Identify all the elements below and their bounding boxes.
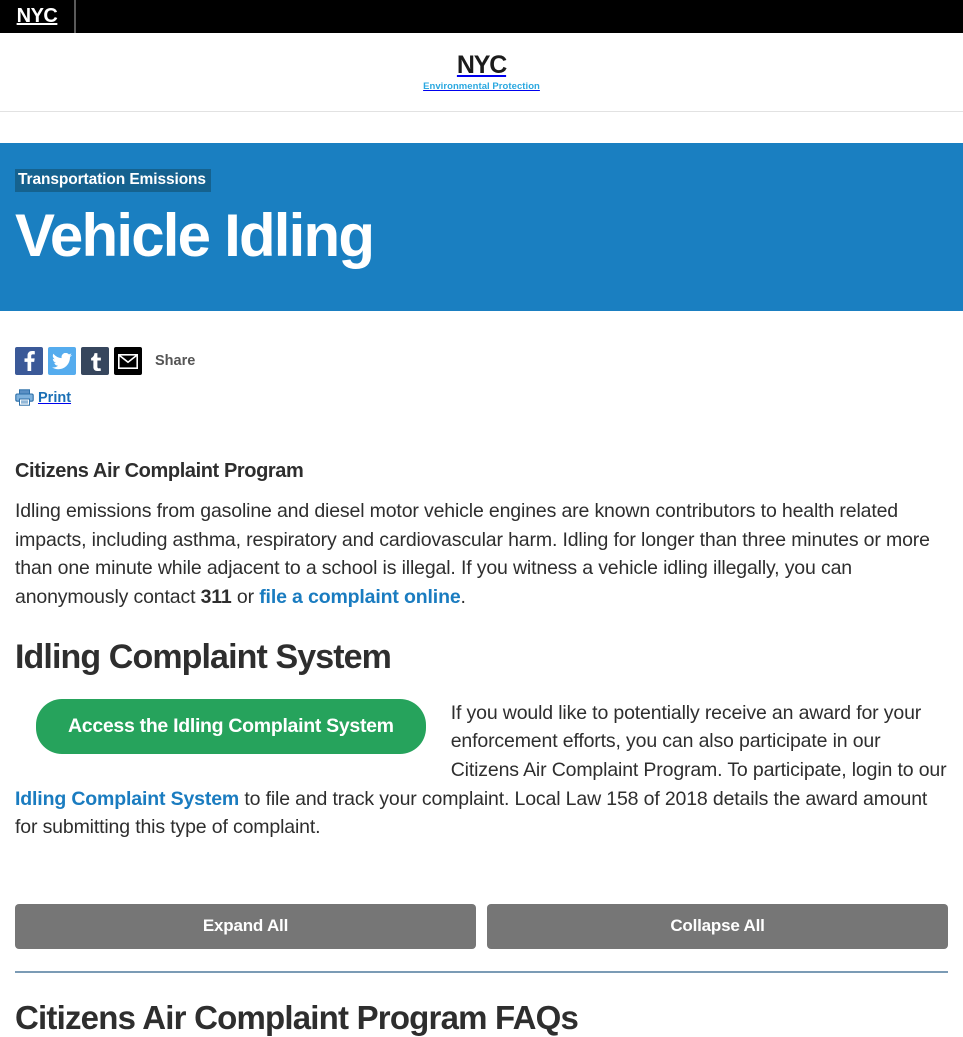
idling-complaint-system-heading: Idling Complaint System (15, 637, 392, 676)
twitter-share-icon[interactable] (48, 347, 76, 375)
faq-toggle-row: Expand All Collapse All (15, 903, 948, 949)
idling-complaint-system-link[interactable]: Idling Complaint System (15, 788, 239, 810)
share-label: Share (155, 353, 196, 369)
access-idling-complaint-system-button[interactable]: Access the Idling Complaint System (36, 698, 426, 754)
agency-logo-link[interactable]: NYC Environmental Protection (423, 50, 540, 92)
global-top-bar: NYC (0, 0, 963, 33)
agency-logo-name-text: Environmental Protection (423, 80, 540, 92)
phone-311-text: 311 (200, 585, 232, 608)
top-bar-empty-region (76, 0, 963, 33)
collapse-all-button[interactable]: Collapse All (487, 903, 948, 949)
banner-eyebrow-wrap: Transportation Emissions (15, 169, 963, 192)
facebook-share-icon[interactable] (15, 347, 43, 375)
social-share-row: Share (15, 311, 948, 375)
email-share-icon[interactable] (114, 347, 142, 375)
cta-text-part1: If you would like to potentially receive… (450, 701, 947, 781)
file-complaint-online-link[interactable]: file a complaint online (259, 586, 460, 608)
tumblr-share-icon[interactable] (81, 347, 109, 375)
main-content: Share Print Citizens Air Complaint Progr… (0, 311, 963, 973)
agency-logo-nyc-text: NYC (456, 50, 507, 79)
page-title: Vehicle Idling (15, 202, 375, 269)
intro-text-part1: Idling emissions from gasoline and diese… (15, 500, 930, 608)
nyc-logo-text: NYC (16, 5, 58, 27)
program-heading: Citizens Air Complaint Program (15, 460, 304, 482)
nyc-gov-logo-link[interactable]: NYC (0, 0, 76, 33)
intro-paragraph: Idling emissions from gasoline and diese… (15, 497, 948, 612)
expand-all-button[interactable]: Expand All (15, 903, 476, 949)
agency-header: NYC Environmental Protection (0, 33, 963, 112)
intro-text-part2: or (231, 585, 260, 608)
printer-icon (15, 389, 34, 406)
page-banner: Transportation Emissions Vehicle Idling (0, 143, 963, 311)
faq-section-divider (15, 970, 948, 973)
print-button[interactable]: Print (15, 375, 948, 406)
breadcrumb-category-label: Transportation Emissions (15, 169, 211, 192)
banner-top-spacer (0, 112, 963, 143)
faq-heading: Citizens Air Complaint Program FAQs (15, 998, 579, 1036)
print-label: Print (38, 389, 72, 406)
intro-text-part3: . (460, 585, 466, 608)
cta-section: Access the Idling Complaint System If yo… (15, 698, 948, 842)
